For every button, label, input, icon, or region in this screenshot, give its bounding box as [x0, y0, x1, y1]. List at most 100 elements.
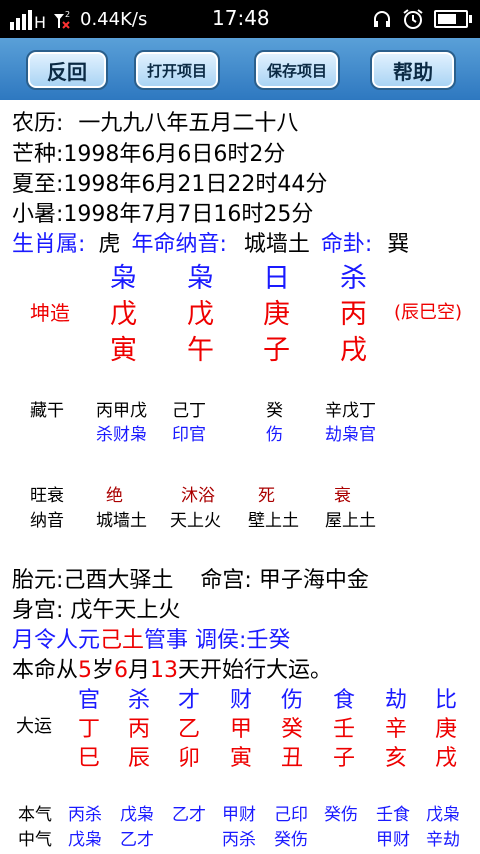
save-project-button[interactable]: 保存项目 — [254, 50, 340, 90]
dayun-branch: 戌 — [435, 746, 458, 771]
nayin-row-value: 屋上土 — [325, 511, 376, 531]
nayin-value: 城墙土 — [243, 232, 310, 257]
taiyuan: 胎元:己酉大驿土 — [12, 568, 174, 593]
minggua-label: 命卦: — [320, 232, 373, 257]
dayun-god: 食 — [333, 688, 356, 713]
yueling-stem: 己土 — [100, 628, 145, 653]
dayun-god: 财 — [230, 688, 253, 713]
hidden-stem: 辛戊丁 — [325, 401, 376, 421]
solar-term-xiazhi: 夏至:1998年6月21日22时44分 — [12, 172, 328, 197]
clock: 17:48 — [212, 6, 270, 30]
nayin-row-value: 城墙土 — [96, 511, 147, 531]
nayin-row-value: 壁上土 — [248, 511, 299, 531]
dayun-branch: 亥 — [385, 746, 408, 771]
dayun-start-text: 本命从 — [12, 658, 79, 683]
dayun-start-num: 5 — [78, 658, 93, 683]
hidden-god: 印官 — [172, 425, 206, 445]
dayun-start-line: 本命从5岁6月13天开始行大运。 — [12, 652, 332, 684]
dayun-god: 伤 — [281, 688, 304, 713]
toolbar: 反回 打开项目 保存项目 帮助 — [0, 38, 480, 100]
wangshuai-value: 绝 — [106, 486, 123, 506]
pillar-branch: 寅 — [110, 335, 137, 366]
dayun-stem: 辛 — [385, 717, 408, 742]
dayun-stem: 癸 — [281, 717, 304, 742]
dayun-branch: 辰 — [128, 746, 151, 771]
zhongqi-value: 丙杀 — [222, 830, 256, 850]
dayun-start-text: 天开始行大运。 — [178, 658, 333, 683]
benqi-value: 戊枭 — [426, 805, 460, 825]
solar-term-xiaoshu: 小暑:1998年7月7日16时25分 — [12, 202, 314, 227]
hidden-stem: 己丁 — [172, 401, 206, 421]
taiyuan-line: 胎元:己酉大驿土 命宫: 甲子海中金 — [12, 562, 369, 594]
kongwang-label: (辰巳空) — [394, 302, 463, 323]
dayun-branch: 子 — [333, 746, 356, 771]
wangshuai-value: 衰 — [334, 486, 351, 506]
alarm-icon — [403, 9, 423, 29]
solar-term-mangzhong: 芒种:1998年6月6日6时2分 — [12, 142, 286, 167]
pillar-god: 杀 — [340, 263, 367, 294]
zhongqi-value: 甲财 — [376, 830, 410, 850]
gender-label: 坤造 — [30, 301, 70, 325]
pillar-branch: 戌 — [340, 335, 367, 366]
hidden-stem: 丙甲戊 — [96, 401, 147, 421]
dayun-god: 官 — [78, 688, 101, 713]
dayun-stem: 壬 — [333, 717, 356, 742]
yueling-part: 月令人元 — [12, 628, 101, 653]
lunar-label: 农历: — [12, 111, 64, 136]
status-right — [372, 8, 472, 30]
benqi-value: 戊枭 — [120, 805, 154, 825]
svg-text:2: 2 — [65, 10, 70, 19]
wangshuai-value: 沐浴 — [181, 486, 215, 506]
pillar-god: 枭 — [110, 263, 137, 294]
hidden-god: 杀财枭 — [96, 425, 147, 445]
open-project-button[interactable]: 打开项目 — [134, 50, 220, 90]
dayun-branch: 寅 — [230, 746, 253, 771]
dayun-god: 劫 — [385, 688, 408, 713]
dayun-stem: 丁 — [78, 717, 101, 742]
hidden-god: 劫枭官 — [325, 425, 376, 445]
signal-icon: H — [10, 10, 46, 30]
pillar-god: 日 — [263, 263, 290, 294]
pillar-stem: 戊 — [110, 299, 137, 330]
pillar-stem: 戊 — [187, 299, 214, 330]
hidden-stems-label: 藏干 — [30, 401, 64, 421]
status-bar: H 2 0.44K/s 17:48 — [0, 0, 480, 38]
zhongqi-value: 乙才 — [120, 830, 154, 850]
lunar-date: 一九九八年五月二十八 — [78, 111, 299, 136]
pillar-god: 枭 — [187, 263, 214, 294]
pillar-branch: 子 — [263, 335, 290, 366]
wangshuai-value: 死 — [258, 486, 275, 506]
back-button[interactable]: 反回 — [26, 50, 108, 90]
network-speed: 0.44K/s — [80, 8, 148, 30]
shengxiao-label: 生肖属: — [12, 232, 86, 257]
dayun-start-text: 岁 — [92, 658, 115, 683]
zhongqi-value: 癸伤 — [274, 830, 308, 850]
nayin-row-value: 天上火 — [170, 511, 221, 531]
status-left: H 2 0.44K/s — [10, 6, 147, 32]
minggua-value: 巽 — [387, 232, 410, 257]
dayun-start-text: 月 — [128, 658, 151, 683]
dayun-branch: 卯 — [178, 746, 201, 771]
pillar-branch: 午 — [187, 335, 214, 366]
benqi-value: 癸伤 — [324, 805, 358, 825]
dayun-stem: 甲 — [230, 717, 253, 742]
dayun-start-num: 13 — [150, 658, 179, 683]
shengong: 身宫: 戊午天上火 — [12, 598, 181, 623]
dayun-god: 比 — [435, 688, 458, 713]
dayun-stem: 庚 — [435, 717, 458, 742]
nayin-label: 年命纳音: — [131, 232, 227, 257]
dayun-god: 杀 — [128, 688, 151, 713]
headphones-icon — [374, 11, 390, 27]
benqi-value: 丙杀 — [68, 805, 102, 825]
lunar-date-line: 农历: 一九九八年五月二十八 — [12, 105, 298, 137]
shengxiao-value: 虎 — [98, 232, 121, 257]
dayun-start-num: 6 — [114, 658, 129, 683]
battery-icon — [434, 10, 472, 28]
benqi-label: 本气 — [18, 805, 52, 825]
dayun-branch: 丑 — [281, 746, 304, 771]
help-button[interactable]: 帮助 — [370, 50, 456, 90]
zodiac-line: 生肖属: 虎 年命纳音: 城墙土 命卦: 巽 — [12, 226, 409, 258]
zhongqi-value: 戊枭 — [68, 830, 102, 850]
benqi-value: 乙才 — [172, 805, 206, 825]
dayun-branch: 巳 — [78, 746, 101, 771]
